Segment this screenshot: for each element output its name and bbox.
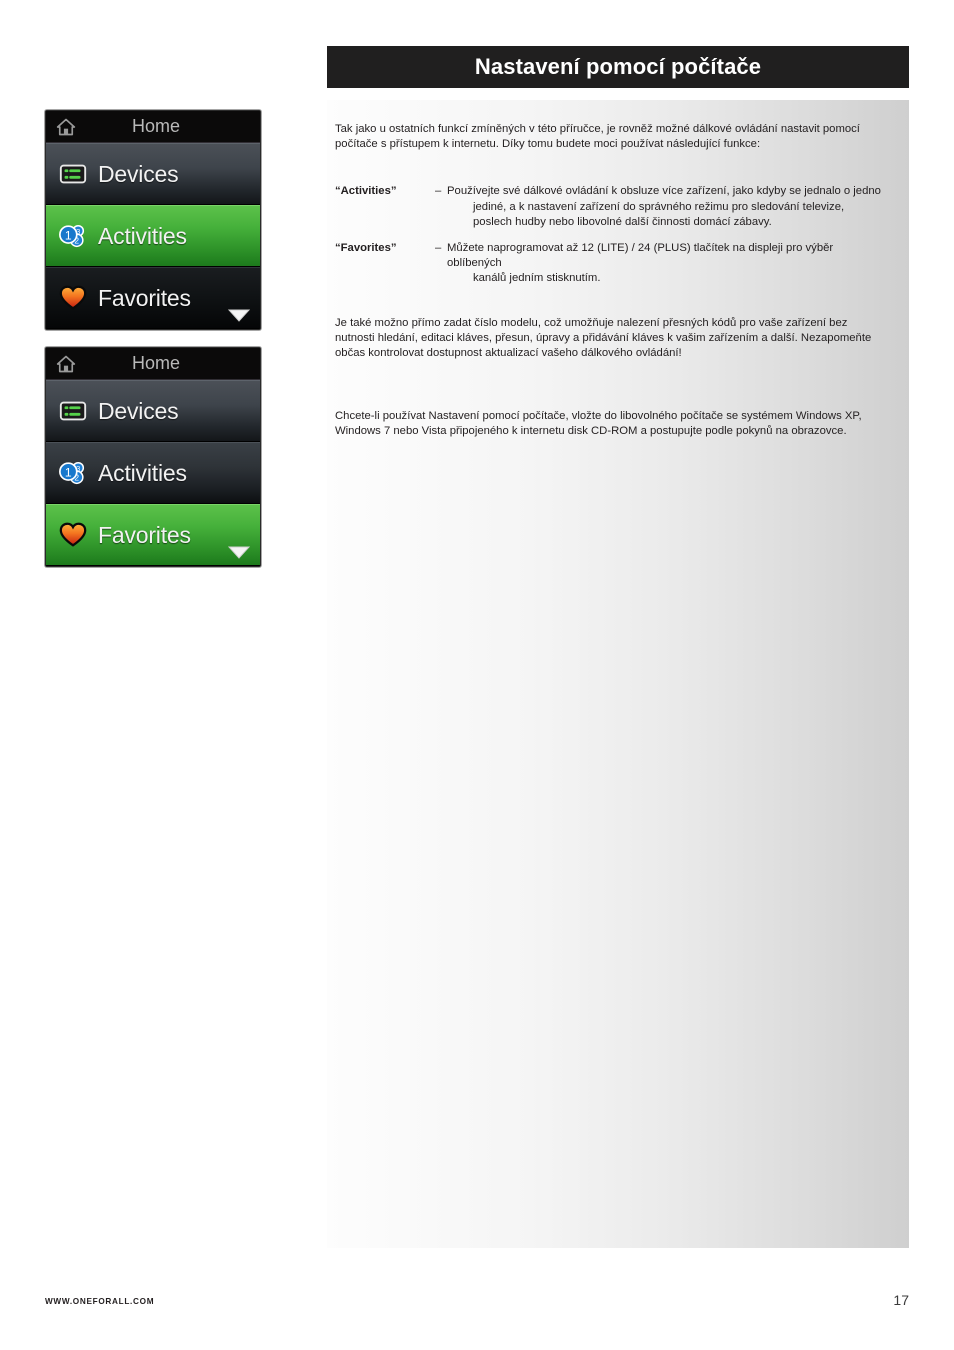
devices-icon bbox=[58, 396, 88, 426]
definition-favorites: “Favorites” – Můžete naprogramovat až 12… bbox=[335, 241, 885, 287]
menu-item-favorites[interactable]: Favorites bbox=[46, 267, 260, 329]
page-title: Nastavení pomocí počítače bbox=[474, 54, 762, 79]
favorites-icon bbox=[58, 283, 88, 313]
activities-icon: 3 2 1 bbox=[58, 458, 88, 488]
definition-activities: “Activities” – Používejte své dálkové ov… bbox=[335, 184, 885, 230]
remote-screen-menu-1[interactable]: Home Devices 3 2 1 Activities Favorites bbox=[45, 110, 261, 330]
menu-item-activities[interactable]: 3 2 1 Activities bbox=[46, 442, 260, 504]
menu-item-devices[interactable]: Devices bbox=[46, 143, 260, 205]
definition-term: “Activities” bbox=[335, 185, 397, 198]
devices-icon bbox=[58, 159, 88, 189]
menu-item-devices[interactable]: Devices bbox=[46, 380, 260, 442]
menu-titlebar: Home bbox=[46, 111, 260, 143]
menu-item-label: Favorites bbox=[98, 284, 191, 311]
menu-title: Home bbox=[131, 116, 180, 136]
activities-icon: 3 2 1 bbox=[58, 221, 88, 251]
footer-website-url[interactable]: WWW.ONEFORALL.COM bbox=[45, 1297, 154, 1306]
paragraph-model-number: Je také možno přímo zadat číslo modelu, … bbox=[335, 316, 872, 360]
menu-item-label: Devices bbox=[98, 160, 179, 187]
footer-page-number: 17 bbox=[893, 1292, 909, 1308]
menu-item-label: Devices bbox=[98, 397, 179, 424]
menu-item-label: Activities bbox=[98, 459, 187, 486]
chevron-down-icon[interactable] bbox=[227, 309, 251, 322]
paragraph-cdrom: Chcete-li používat Nastavení pomocí počí… bbox=[335, 410, 862, 438]
definition-dash: – bbox=[435, 185, 442, 198]
menu-item-label: Favorites bbox=[98, 521, 191, 548]
content-panel: Tak jako u ostatních funkcí zmíněných v … bbox=[327, 100, 909, 1248]
page-header-bar: Nastavení pomocí počítače bbox=[327, 46, 909, 88]
menu-item-label: Activities bbox=[98, 222, 187, 249]
svg-text:1: 1 bbox=[65, 465, 72, 479]
definition-line-2: kanálů jedním stisknutím. bbox=[473, 272, 601, 285]
definition-line-1: Používejte své dálkové ovládání k obsluz… bbox=[447, 185, 881, 198]
definition-line-1: Můžete naprogramovat až 12 (LITE) / 24 (… bbox=[447, 242, 834, 270]
remote-screen-menu-2[interactable]: Home Devices 3 2 1 Activities Favorites bbox=[45, 347, 261, 567]
menu-item-favorites[interactable]: Favorites bbox=[46, 504, 260, 566]
menu-titlebar: Home bbox=[46, 348, 260, 380]
definition-line-2: jediné, a k nastavení zařízení do správn… bbox=[473, 200, 845, 228]
favorites-icon bbox=[58, 520, 88, 550]
menu-item-activities[interactable]: 3 2 1 Activities bbox=[46, 205, 260, 267]
home-icon bbox=[56, 354, 76, 374]
definition-dash: – bbox=[435, 242, 442, 255]
definition-term: “Favorites” bbox=[335, 242, 397, 255]
chevron-down-icon[interactable] bbox=[227, 546, 251, 559]
svg-text:1: 1 bbox=[65, 228, 72, 242]
home-icon bbox=[56, 117, 76, 137]
intro-paragraph: Tak jako u ostatních funkcí zmíněných v … bbox=[335, 123, 860, 151]
menu-title: Home bbox=[131, 353, 180, 373]
definition-body: Používejte své dálkové ovládání k obsluz… bbox=[447, 184, 885, 230]
definition-body: Můžete naprogramovat až 12 (LITE) / 24 (… bbox=[447, 241, 885, 287]
